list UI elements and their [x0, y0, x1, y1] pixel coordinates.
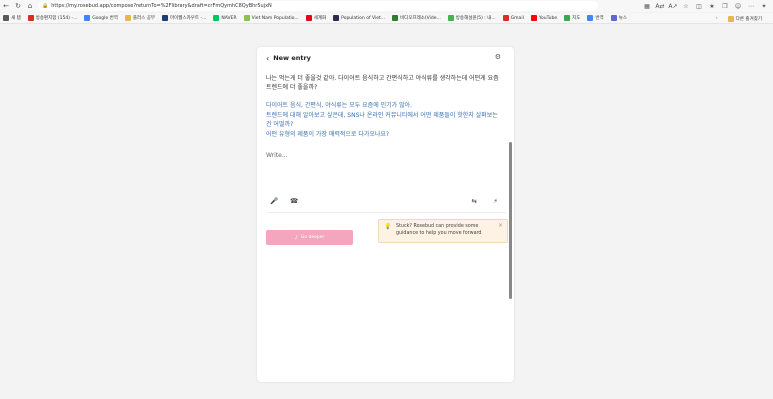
- bookmark-label: 뉴스: [618, 16, 627, 21]
- more-icon[interactable]: ⋯: [746, 3, 756, 10]
- go-deeper-button[interactable]: ♪ Go deeper: [266, 230, 353, 245]
- bookmark-favicon-icon: [392, 15, 399, 21]
- close-icon[interactable]: ×: [498, 222, 503, 229]
- bookmark-item[interactable]: 새 탭: [3, 15, 21, 21]
- folder-icon: [727, 15, 734, 22]
- home-icon[interactable]: ⌂: [24, 0, 36, 12]
- split-icon[interactable]: ◫: [694, 3, 704, 10]
- bookmark-label: YouTube: [538, 15, 558, 21]
- write-input[interactable]: Write...: [266, 152, 288, 159]
- user-prompt-text: 나는 먹는게 더 좋을것 같아. 다이어트 음식하고 간편식하고 야식류를 생각…: [266, 75, 499, 91]
- bookmarks-bar: 새 탭 방송편지함 (154) -... Google 번역 플러스 공부 마이웹스카우…: [0, 13, 773, 24]
- browser-right-tools: ▦ A⇄ A↗ ☆ ◫ ★ ❐ ☺ ⋯ ✦: [642, 0, 769, 12]
- back-icon[interactable]: ←: [0, 0, 12, 12]
- bookmark-label: 비디오프레소(Vide...: [400, 16, 441, 21]
- bookmark-item[interactable]: Population of Viet...: [333, 15, 385, 21]
- swap-icon[interactable]: ⇆: [472, 197, 477, 205]
- bookmark-label: Population of Viet...: [341, 15, 386, 21]
- back-chevron-icon[interactable]: ‹: [266, 54, 269, 63]
- guide-line: 트렌드에 대해 알아보고 싶은데, SNS나 온라인 커뮤니티에서 어떤 제품들…: [266, 112, 498, 128]
- refresh-icon[interactable]: ↻: [12, 0, 24, 12]
- bookmark-favicon-icon: [587, 15, 594, 21]
- browser-toolbar: ← ↻ ⌂ 🔒 https://my.rosebud.app/compose?r…: [0, 0, 773, 12]
- lightning-icon[interactable]: ⚡: [493, 197, 498, 205]
- lightbulb-icon: 💡: [384, 223, 392, 230]
- bookmark-label: 새 탭: [11, 16, 21, 21]
- favorites-list-icon[interactable]: ★: [707, 3, 717, 10]
- read-aloud-icon[interactable]: A↗: [668, 3, 678, 10]
- bookmarks-right: › 다른 즐겨찾기: [716, 13, 769, 23]
- bookmark-label: 번역: [595, 16, 604, 21]
- bookmark-favicon-icon: [610, 15, 617, 21]
- guide-questions: 다이어트 음식, 간편식, 야식류는 모두 요즘에 인기가 많아. 트렌드에 대…: [266, 102, 502, 141]
- bookmark-favicon-icon: [243, 15, 250, 21]
- other-bookmarks-label: 다른 즐겨찾기: [735, 16, 762, 22]
- chevron-right-icon[interactable]: ›: [716, 16, 718, 21]
- bookmark-favicon-icon: [564, 15, 571, 21]
- bookmark-favicon-icon: [530, 15, 537, 21]
- bookmark-item[interactable]: 마이웹스카우트 -...: [162, 15, 206, 21]
- entry-card: ‹ New entry ⚙ 나는 먹는게 더 좋을것 같아. 다이어트 음식하고…: [257, 47, 514, 382]
- bookmark-favicon-icon: [333, 15, 340, 21]
- page-background: ‹ New entry ⚙ 나는 먹는게 더 좋을것 같아. 다이어트 음식하고…: [0, 25, 773, 399]
- guide-line: 어떤 유형의 제품이 가장 매력적으로 다가오나요?: [266, 130, 390, 138]
- bookmark-favicon-icon: [162, 15, 169, 21]
- bookmark-favicon-icon: [3, 15, 9, 21]
- bookmark-label: Viet Nam Populatio...: [251, 15, 299, 21]
- stuck-tip-popup: 💡 Stuck? Rosebud can provide some guidan…: [378, 219, 508, 243]
- scrollbar[interactable]: [509, 142, 512, 299]
- bookmark-label: 마이웹스카우트 -...: [170, 16, 207, 21]
- microphone-icon[interactable]: 🎤: [270, 197, 278, 205]
- lock-icon: 🔒: [42, 3, 49, 9]
- bookmark-favicon-icon: [447, 15, 454, 21]
- bookmark-label: 지도: [572, 16, 581, 21]
- entry-header: ‹ New entry: [257, 47, 514, 69]
- divider: [266, 212, 506, 213]
- tip-text: Stuck? Rosebud can provide some guidance…: [396, 224, 482, 236]
- address-bar[interactable]: 🔒 https://my.rosebud.app/compose?returnT…: [38, 1, 598, 11]
- bookmark-favicon-icon: [84, 15, 91, 21]
- bookmark-item[interactable]: 지도: [564, 15, 580, 21]
- bookmark-label: NAVER: [221, 15, 237, 21]
- bookmark-item[interactable]: 세계화: [305, 15, 327, 21]
- settings-sliders-icon[interactable]: ⚙: [495, 53, 501, 61]
- reader-icon[interactable]: ▦: [642, 3, 652, 10]
- bookmark-item[interactable]: 플러스 공부: [124, 15, 156, 21]
- bookmark-item[interactable]: 방송해설원(5) : 내...: [447, 15, 496, 21]
- bookmark-label: 방송해설원(5) : 내...: [455, 16, 496, 21]
- guide-line: 다이어트 음식, 간편식, 야식류는 모두 요즘에 인기가 많아.: [266, 102, 413, 109]
- bookmark-item[interactable]: 뉴스: [610, 15, 627, 21]
- profile-icon[interactable]: ☺: [733, 3, 743, 10]
- other-bookmarks[interactable]: 다른 즐겨찾기: [727, 15, 762, 22]
- bookmark-item[interactable]: 번역: [587, 15, 604, 21]
- bookmark-label: 세계화: [313, 16, 327, 21]
- bookmark-label: 플러스 공부: [132, 16, 156, 21]
- sprout-icon: ♪: [294, 234, 298, 241]
- favorite-icon[interactable]: ☆: [681, 3, 691, 10]
- go-deeper-label: Go deeper: [300, 235, 325, 240]
- bookmark-item[interactable]: Gmail: [502, 15, 524, 21]
- bookmark-item[interactable]: NAVER: [213, 15, 237, 21]
- copilot-icon[interactable]: ✦: [759, 3, 769, 10]
- entry-action-row: 🎤 ☎ ⇆ ⚡: [266, 197, 502, 207]
- phone-icon[interactable]: ☎: [290, 197, 298, 205]
- entry-title: New entry: [273, 54, 311, 62]
- collections-icon[interactable]: ❐: [720, 3, 730, 10]
- bookmark-item[interactable]: 비디오프레소(Vide...: [392, 15, 441, 21]
- bookmark-label: Google 번역: [92, 16, 118, 21]
- bookmark-favicon-icon: [213, 15, 220, 21]
- bookmark-favicon-icon: [27, 15, 34, 21]
- bookmark-label: Gmail: [510, 15, 524, 21]
- bookmark-item[interactable]: Viet Nam Populatio...: [243, 15, 299, 21]
- url-text: https://my.rosebud.app/compose?returnTo=…: [51, 3, 272, 9]
- bookmark-item[interactable]: YouTube: [530, 15, 558, 21]
- bookmark-item[interactable]: Google 번역: [84, 15, 118, 21]
- bookmark-item[interactable]: 방송편지함 (154) -...: [27, 15, 78, 21]
- bookmark-label: 방송편지함 (154) -...: [35, 16, 78, 21]
- bookmark-favicon-icon: [124, 15, 131, 21]
- bookmark-favicon-icon: [502, 15, 509, 21]
- bookmark-favicon-icon: [305, 15, 312, 21]
- translate-icon[interactable]: A⇄: [655, 3, 665, 10]
